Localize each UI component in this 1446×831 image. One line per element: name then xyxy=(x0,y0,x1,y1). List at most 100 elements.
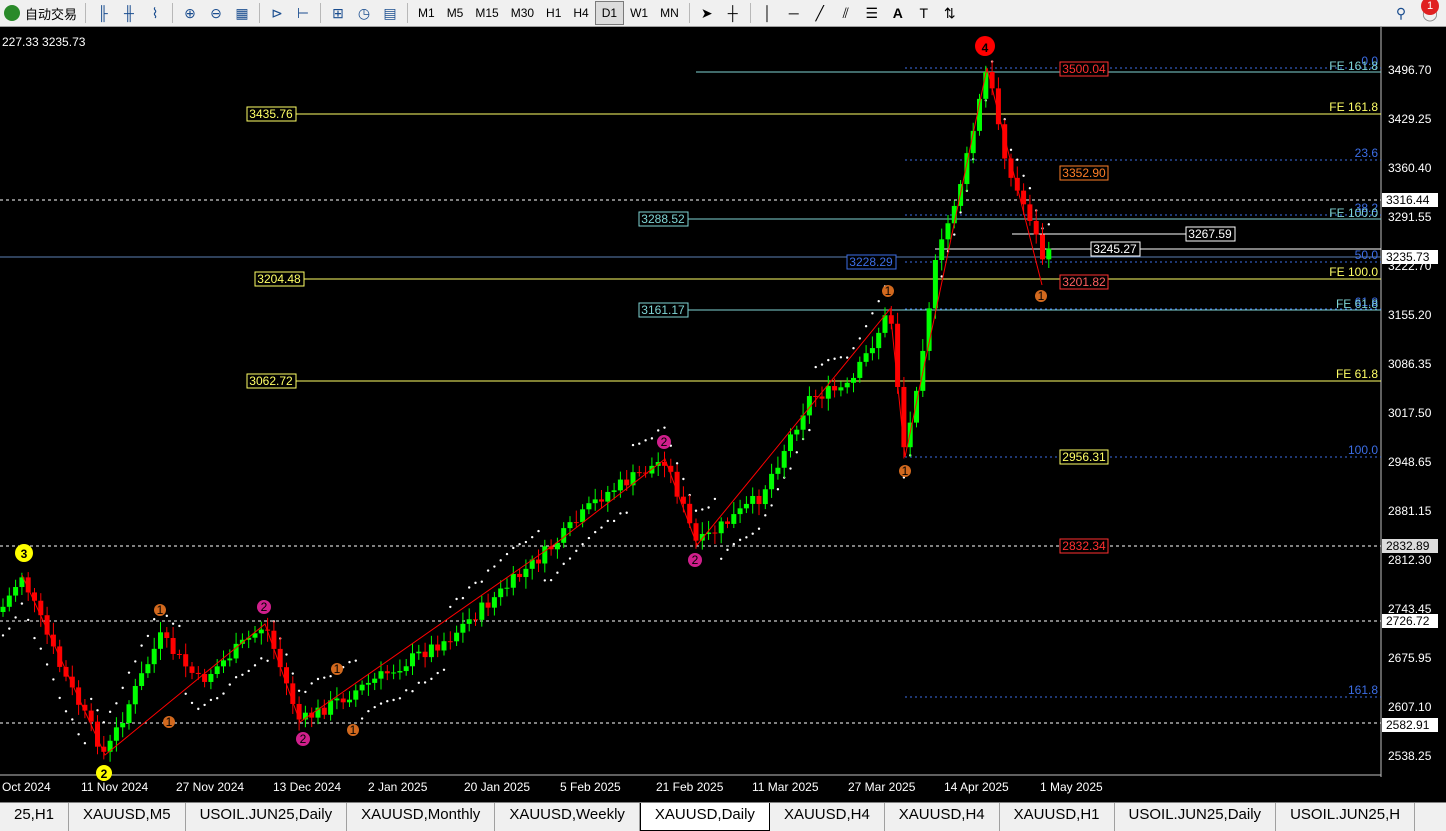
text-label-icon[interactable]: T xyxy=(914,3,934,23)
arrows-icon[interactable]: ⇅ xyxy=(940,3,960,23)
candle-body xyxy=(397,671,403,673)
timeframe-m5[interactable]: M5 xyxy=(441,2,470,24)
psar-dot xyxy=(33,636,36,640)
psar-dot xyxy=(581,542,584,546)
price-box-3500[interactable]: 3500.04 xyxy=(1059,61,1109,77)
chart-tab[interactable]: XAUUSD,M5 xyxy=(69,803,186,831)
psar-dot xyxy=(537,529,540,533)
psar-dot xyxy=(720,557,723,560)
bar-chart-icon[interactable]: ╟ xyxy=(93,3,113,23)
price-box-2832[interactable]: 2832.34 xyxy=(1059,538,1109,554)
candle-body xyxy=(504,587,510,589)
wave-label-2: 2 xyxy=(96,765,112,781)
price-box-2956[interactable]: 2956.31 xyxy=(1059,449,1109,465)
templates-icon[interactable]: ▤ xyxy=(380,3,400,23)
auto-trading-label: 自动交易 xyxy=(25,6,78,22)
chart-tab[interactable]: XAUUSD,Monthly xyxy=(347,803,496,831)
candle-body xyxy=(743,503,749,509)
level-box-3228[interactable]: 3228.29 xyxy=(846,254,897,270)
psar-dot xyxy=(134,660,137,663)
level-box-3161[interactable]: 3161.17 xyxy=(638,302,689,318)
indicators-icon[interactable]: ⊞ xyxy=(328,3,348,23)
psar-dot xyxy=(663,426,666,429)
notifications-icon[interactable]: ◯ 1 xyxy=(1417,0,1443,23)
fibonacci-retracement[interactable] xyxy=(905,67,1381,698)
psar-dot xyxy=(285,653,288,656)
psar-dot xyxy=(606,519,609,523)
psar-dot xyxy=(203,703,206,707)
level-box-3288[interactable]: 3288.52 xyxy=(638,211,689,227)
candle-body xyxy=(510,573,516,588)
chart-tab[interactable]: 25,H1 xyxy=(0,803,70,831)
candle-body xyxy=(825,386,831,399)
chart-tab[interactable]: USOIL.JUN25,H xyxy=(1276,803,1416,831)
search-icon[interactable]: ⚲ xyxy=(1391,3,1411,23)
candle-body xyxy=(876,332,882,349)
chart-tab[interactable]: XAUUSD,H4 xyxy=(770,803,885,831)
wave-label-sub2: 2 xyxy=(257,600,271,614)
candle-body xyxy=(523,568,529,578)
toolbar-separator xyxy=(259,3,261,23)
svg-text:3201.82: 3201.82 xyxy=(1062,275,1106,289)
candle-body xyxy=(573,522,579,524)
candle-body xyxy=(422,651,428,658)
psar-dot xyxy=(1,634,5,637)
time-axis[interactable]: Oct 2024 11 Nov 2024 27 Nov 2024 13 Dec … xyxy=(2,780,1103,794)
psar-dot xyxy=(423,681,427,684)
price-tick: 2538.25 xyxy=(1388,749,1432,763)
zoom-in-icon[interactable]: ⊕ xyxy=(180,3,200,23)
horizontal-line-icon[interactable]: ─ xyxy=(784,3,804,23)
candle-body xyxy=(611,490,617,492)
timeframe-m15[interactable]: M15 xyxy=(469,2,504,24)
candle-body xyxy=(410,653,415,667)
level-box-3062[interactable]: 3062.72 xyxy=(246,373,297,389)
chart-shift-icon[interactable]: ⊢ xyxy=(293,3,313,23)
psar-dot xyxy=(543,579,546,582)
chart-tab[interactable]: USOIL.JUN25,Daily xyxy=(1115,803,1277,831)
chart-tab-active[interactable]: XAUUSD,Daily xyxy=(639,803,770,831)
timeframe-mn[interactable]: MN xyxy=(654,2,685,24)
line-chart-icon[interactable]: ⌇ xyxy=(145,3,165,23)
price-chart[interactable]: 227.33 3235.73 0.0 FE 161.8 FE 161.8 23.… xyxy=(0,27,1446,802)
fibonacci-icon[interactable]: ☰ xyxy=(862,3,882,23)
candlestick-chart-icon[interactable]: ╫ xyxy=(119,3,139,23)
svg-text:3316.44: 3316.44 xyxy=(1386,193,1430,207)
price-box-3245[interactable]: 3245.27 xyxy=(1090,241,1141,257)
chart-tab[interactable]: XAUUSD,Weekly xyxy=(495,803,640,831)
timeframe-m30[interactable]: M30 xyxy=(505,2,540,24)
timeframe-h1[interactable]: H1 xyxy=(540,2,567,24)
cursor-icon[interactable]: ➤ xyxy=(697,3,717,23)
wave-label-4: 4 xyxy=(975,36,995,56)
tile-windows-icon[interactable]: ▦ xyxy=(232,3,252,23)
channel-icon[interactable]: ⫽ xyxy=(836,3,856,23)
psar-dot xyxy=(455,597,458,601)
chart-tab[interactable]: USOIL.JUN25,Daily xyxy=(186,803,348,831)
price-box-3267[interactable]: 3267.59 xyxy=(1185,226,1236,242)
timeframe-w1[interactable]: W1 xyxy=(624,2,654,24)
chart-tab[interactable]: XAUUSD,H4 xyxy=(885,803,1000,831)
crosshair-icon[interactable]: ┼ xyxy=(723,3,743,23)
vertical-line-icon[interactable]: │ xyxy=(758,3,778,23)
periods-icon[interactable]: ◷ xyxy=(354,3,374,23)
text-icon[interactable]: A xyxy=(888,3,908,23)
svg-text:2956.31: 2956.31 xyxy=(1062,450,1106,464)
timeframe-d1[interactable]: D1 xyxy=(594,1,625,25)
price-box-3201[interactable]: 3201.82 xyxy=(1059,274,1109,290)
level-box-3204[interactable]: 3204.48 xyxy=(254,271,305,287)
price-box-3352[interactable]: 3352.90 xyxy=(1059,165,1109,181)
timeframe-m1[interactable]: M1 xyxy=(412,2,441,24)
trendline-icon[interactable]: ╱ xyxy=(810,3,830,23)
candle-body xyxy=(1021,190,1027,205)
auto-trading-button[interactable]: 自动交易 xyxy=(0,2,81,24)
ohlc-header: 227.33 3235.73 xyxy=(2,35,86,49)
auto-scroll-icon[interactable]: ⊳ xyxy=(267,3,287,23)
candle-body xyxy=(517,573,523,578)
timeframe-h4[interactable]: H4 xyxy=(567,2,594,24)
chart-tab[interactable]: XAUUSD,H1 xyxy=(1000,803,1115,831)
zoom-out-icon[interactable]: ⊖ xyxy=(206,3,226,23)
psar-dot xyxy=(153,618,156,621)
level-box-3435[interactable]: 3435.76 xyxy=(246,106,297,122)
price-axis[interactable]: 3496.70 3429.25 3360.40 3291.55 3222.70 … xyxy=(1382,63,1438,763)
candle-body xyxy=(403,666,409,672)
date-tick: 20 Jan 2025 xyxy=(464,780,530,794)
